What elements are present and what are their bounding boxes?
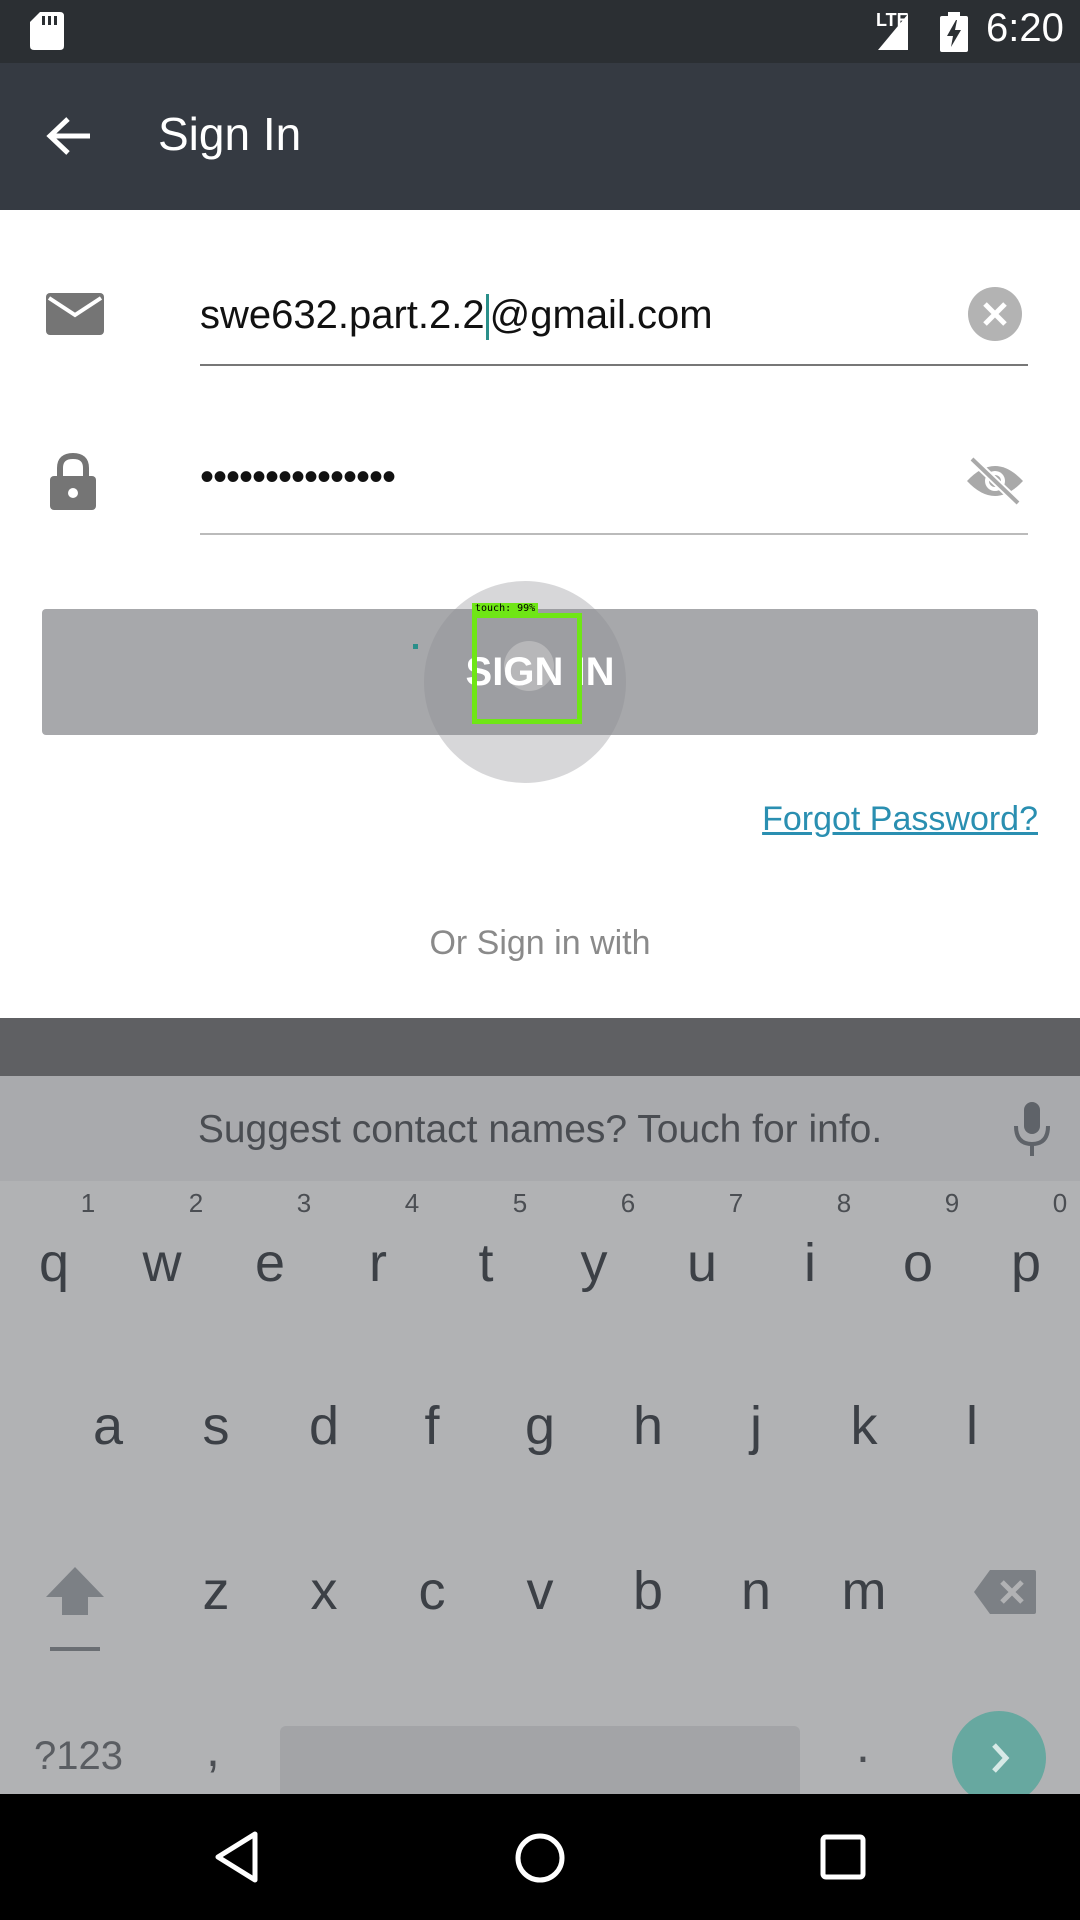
suggestion-strip[interactable]: Suggest contact names? Touch for info. bbox=[0, 1076, 1080, 1181]
key-f[interactable]: f bbox=[378, 1395, 486, 1457]
key-hint-1: 1 bbox=[80, 1188, 96, 1218]
key-p[interactable]: p bbox=[972, 1232, 1080, 1294]
home-nav-icon[interactable] bbox=[514, 1832, 566, 1884]
key-m[interactable]: m bbox=[810, 1560, 918, 1622]
suggestion-text[interactable]: Suggest contact names? Touch for info. bbox=[0, 1108, 1080, 1152]
key-o[interactable]: o bbox=[864, 1232, 972, 1294]
key-e[interactable]: e bbox=[216, 1232, 324, 1294]
arrow-back-icon[interactable] bbox=[44, 111, 94, 161]
key-l[interactable]: l bbox=[918, 1395, 1026, 1457]
key-x[interactable]: x bbox=[270, 1560, 378, 1622]
key-hint-2: 2 bbox=[188, 1188, 204, 1218]
email-field[interactable]: swe632.part.2.2 @gmail.com bbox=[200, 288, 960, 348]
status-bar: LTE 6:20 bbox=[0, 0, 1080, 63]
next-key[interactable] bbox=[952, 1711, 1046, 1805]
password-underline bbox=[200, 533, 1028, 535]
key-j[interactable]: j bbox=[702, 1395, 810, 1457]
key-t[interactable]: t bbox=[432, 1232, 540, 1294]
email-underline bbox=[200, 364, 1028, 366]
key-s[interactable]: s bbox=[162, 1395, 270, 1457]
clear-email-button[interactable] bbox=[968, 287, 1022, 341]
lock-icon bbox=[50, 452, 96, 510]
keyboard-shadow-strip bbox=[0, 1018, 1080, 1076]
key-hint-7: 7 bbox=[728, 1188, 744, 1218]
key-d[interactable]: d bbox=[270, 1395, 378, 1457]
navigation-bar bbox=[0, 1794, 1080, 1920]
key-u[interactable]: u bbox=[648, 1232, 756, 1294]
recents-nav-icon[interactable] bbox=[820, 1834, 866, 1880]
comma-key[interactable]: , bbox=[206, 1720, 220, 1778]
app-bar: Sign In bbox=[0, 63, 1080, 210]
visibility-off-icon[interactable] bbox=[964, 455, 1026, 507]
key-n[interactable]: n bbox=[702, 1560, 810, 1622]
key-y[interactable]: y bbox=[540, 1232, 648, 1294]
text-cursor bbox=[485, 294, 489, 341]
key-w[interactable]: w bbox=[108, 1232, 216, 1294]
key-b[interactable]: b bbox=[594, 1560, 702, 1622]
key-hint-0: 0 bbox=[1052, 1188, 1068, 1218]
key-v[interactable]: v bbox=[486, 1560, 594, 1622]
mail-icon bbox=[46, 293, 104, 335]
sd-card-icon bbox=[30, 12, 64, 50]
key-i[interactable]: i bbox=[756, 1232, 864, 1294]
chevron-right-icon bbox=[992, 1743, 1010, 1773]
key-k[interactable]: k bbox=[810, 1395, 918, 1457]
forgot-password-link[interactable]: Forgot Password? bbox=[762, 800, 1038, 839]
shift-key[interactable] bbox=[44, 1565, 106, 1653]
email-value-before-cursor: swe632.part.2.2 bbox=[200, 293, 485, 337]
clear-icon bbox=[983, 302, 1007, 326]
touch-indicator-box bbox=[472, 613, 582, 724]
key-hint-4: 4 bbox=[404, 1188, 420, 1218]
period-key[interactable]: . bbox=[856, 1716, 870, 1774]
key-h[interactable]: h bbox=[594, 1395, 702, 1457]
battery-charging-icon bbox=[940, 12, 968, 52]
backspace-key[interactable] bbox=[972, 1568, 1038, 1616]
email-value-after-cursor: @gmail.com bbox=[489, 293, 713, 337]
back-nav-icon[interactable] bbox=[214, 1831, 258, 1883]
key-g[interactable]: g bbox=[486, 1395, 594, 1457]
key-hint-5: 5 bbox=[512, 1188, 528, 1218]
key-r[interactable]: r bbox=[324, 1232, 432, 1294]
password-field[interactable]: ••••••••••••••• bbox=[200, 455, 960, 515]
key-hint-9: 9 bbox=[944, 1188, 960, 1218]
key-hint-3: 3 bbox=[296, 1188, 312, 1218]
microphone-icon[interactable] bbox=[1012, 1102, 1052, 1156]
password-masked-value: ••••••••••••••• bbox=[200, 455, 396, 499]
key-c[interactable]: c bbox=[378, 1560, 486, 1622]
or-sign-in-with-label: Or Sign in with bbox=[429, 924, 651, 962]
key-hint-8: 8 bbox=[836, 1188, 852, 1218]
clock: 6:20 bbox=[986, 6, 1064, 50]
signal-icon bbox=[878, 14, 908, 50]
key-q[interactable]: q bbox=[0, 1232, 108, 1294]
key-z[interactable]: z bbox=[162, 1560, 270, 1622]
symbols-key[interactable]: ?123 bbox=[34, 1734, 123, 1779]
touch-indicator-label: touch: 99% bbox=[472, 603, 539, 615]
key-hint-6: 6 bbox=[620, 1188, 636, 1218]
page-title: Sign In bbox=[158, 108, 302, 160]
key-a[interactable]: a bbox=[54, 1395, 162, 1457]
